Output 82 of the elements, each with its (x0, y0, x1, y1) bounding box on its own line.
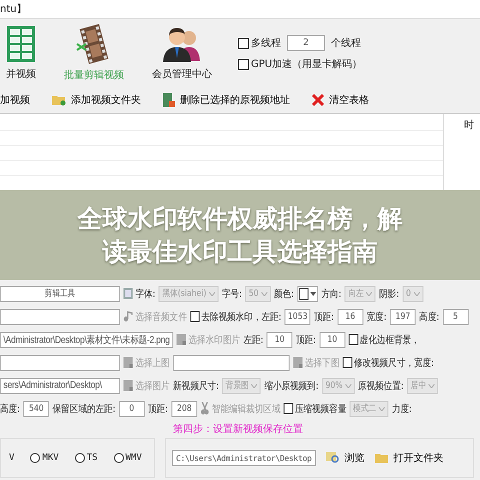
caret-icon (208, 292, 215, 296)
folder-icon (52, 94, 66, 106)
number-field[interactable]: 5 (442, 308, 468, 324)
field-label: 顶距: (148, 402, 168, 416)
format-radio[interactable]: TS (74, 453, 98, 463)
field-label: 顶距: (314, 310, 334, 324)
close-icon (312, 94, 324, 106)
caret-icon (366, 292, 372, 296)
field-label: 高度: (419, 310, 440, 324)
field-label: 宽度: (366, 310, 387, 324)
image-icon (176, 334, 186, 345)
field-label: 新视频尺寸: (173, 380, 219, 392)
window-title: ntu】 (0, 2, 27, 16)
field-label: 左距: (243, 334, 264, 346)
field-label: 方向: (321, 288, 342, 300)
module-button[interactable]: 会员管理中心 (146, 25, 218, 81)
gpu-checkbox[interactable]: GPU加速（用显卡解码） (238, 57, 362, 71)
image-icon (293, 357, 303, 368)
input-field[interactable] (0, 308, 120, 324)
image-icon (123, 380, 133, 391)
font-icon (123, 288, 133, 299)
field-label: 字号: (222, 288, 242, 300)
toolbar-button[interactable]: 打开文件夹 (374, 451, 444, 465)
input-field[interactable]: 剪辑工具 (0, 286, 120, 302)
multithread-checkbox[interactable]: 多线程 (238, 36, 281, 50)
music-icon (123, 311, 133, 322)
folder-icon (374, 452, 388, 464)
toolbar-button[interactable]: 浏览 (326, 451, 364, 465)
toolbar-button[interactable]: 删除已选择的原视频地址 (163, 93, 290, 107)
field-label: 力度: (392, 402, 412, 416)
caret-icon (378, 406, 385, 410)
number-field[interactable]: 16 (337, 308, 364, 324)
toolbar-button[interactable]: 加视频 (0, 93, 30, 107)
search-icon (326, 452, 340, 464)
number-field[interactable]: 10 (319, 332, 346, 348)
number-field[interactable]: 1053 (284, 308, 311, 324)
toolbar-button[interactable]: 清空表格 (312, 93, 369, 107)
path-field[interactable]: sers\Administrator\Desktop\ (0, 378, 120, 394)
headline: 读最佳水印工具选择指南 (102, 236, 378, 268)
caret-icon (310, 292, 316, 296)
thread-count-field[interactable]: 2 (287, 35, 325, 51)
input-field[interactable] (173, 354, 290, 370)
caret-icon (428, 384, 435, 388)
caret-icon (251, 384, 258, 388)
grid-icon (6, 25, 36, 63)
format-label: V (9, 453, 14, 463)
number-field[interactable]: 540 (23, 400, 50, 416)
thread-unit: 个线程 (331, 36, 361, 50)
tool-button[interactable]: 字体: (123, 286, 156, 300)
checkbox[interactable]: 压缩视频容量 (284, 402, 346, 416)
list-icon (163, 93, 175, 107)
color-picker[interactable] (297, 286, 318, 302)
field-label: 顶距: (296, 334, 316, 346)
checkbox[interactable]: 去除视频水印，左距: (190, 310, 282, 324)
checkbox[interactable]: 修改视频尺寸，宽度: (342, 356, 434, 370)
scissors-icon (200, 402, 210, 415)
column-header: 时 (464, 120, 474, 131)
save-path-field[interactable]: C:\Users\Administrator\Desktop (172, 450, 316, 466)
format-radio[interactable]: WMV (114, 453, 142, 463)
number-field[interactable]: 0 (118, 400, 145, 416)
number-field[interactable]: 197 (390, 308, 416, 324)
format-radio[interactable]: MKV (30, 453, 59, 463)
field-label: 颜色: (274, 288, 294, 300)
image-icon (123, 357, 133, 368)
caret-icon (345, 384, 352, 388)
field-label: 阴影: (379, 288, 400, 300)
step-heading: 第四步：设置新视频保存位置 (172, 422, 304, 436)
field-label: 原视频位置: (358, 380, 404, 392)
people-icon (162, 25, 202, 63)
toolbar-button[interactable]: 添加视频文件夹 (52, 93, 141, 107)
path-field[interactable]: \Administrator\Desktop\素材文件\未标题-2.png (0, 332, 174, 348)
caret-icon (414, 292, 420, 296)
field-label: 高度: (0, 402, 20, 416)
number-field[interactable]: 10 (266, 332, 293, 348)
field-label: 缩小原视频到: (264, 380, 319, 392)
module-button[interactable]: 并视频 (0, 25, 42, 81)
checkbox[interactable]: 虚化边框背景， (348, 332, 420, 346)
field-label: 保留区域的左距: (52, 402, 116, 416)
headline: 全球水印软件权威排名榜，解 (78, 203, 402, 235)
number-field[interactable]: 208 (172, 400, 198, 416)
input-field[interactable] (0, 354, 120, 370)
caret-icon (261, 292, 268, 296)
